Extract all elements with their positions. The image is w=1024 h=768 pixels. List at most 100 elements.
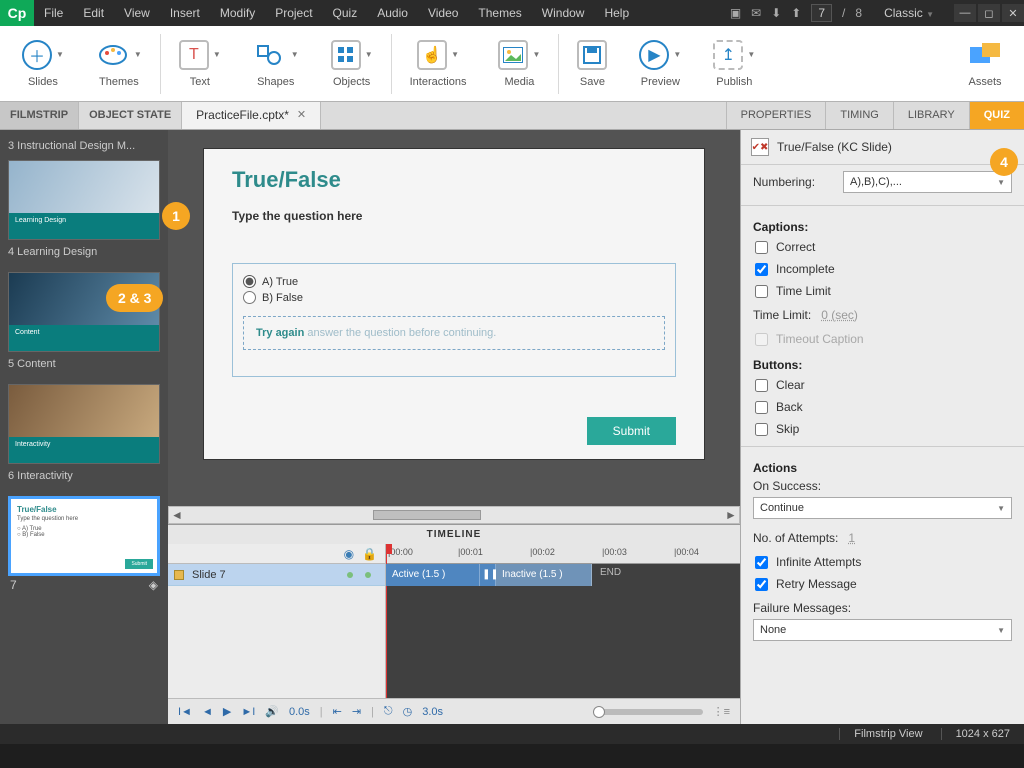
radio-true[interactable]: [243, 275, 256, 288]
timeline-row-slide[interactable]: Slide 7: [168, 564, 385, 586]
tl-menu-icon[interactable]: ⋮≡: [713, 705, 730, 718]
minimize-button[interactable]: —: [954, 4, 976, 22]
page-total: 8: [855, 6, 862, 20]
question-text[interactable]: Type the question here: [232, 209, 676, 223]
ribbon-assets[interactable]: Assets: [954, 36, 1016, 92]
page-current: 7: [811, 4, 832, 22]
menu-quiz[interactable]: Quiz: [323, 0, 368, 26]
layout-icon[interactable]: ▣: [730, 6, 741, 20]
tl-audio-icon[interactable]: 🔊: [265, 705, 279, 718]
menu-help[interactable]: Help: [594, 0, 639, 26]
timeline-footer: I◄ ◄ ▶ ►I 🔊 0.0s | ⇤ ⇥ | ⎋ ◷ 3.0s ⋮≡: [168, 698, 740, 724]
answers-box[interactable]: A) True B) False Try again answer the qu…: [232, 263, 676, 377]
horizontal-scrollbar[interactable]: ◄►: [168, 506, 740, 524]
menu-project[interactable]: Project: [265, 0, 322, 26]
onsuccess-label: On Success:: [741, 477, 1024, 495]
ribbon-objects[interactable]: ▼ Objects: [317, 36, 387, 92]
document-tab[interactable]: PracticeFile.cptx* ✕: [182, 102, 321, 129]
ribbon-text[interactable]: T▼ Text: [165, 36, 235, 92]
segment-active[interactable]: Active (1.5 ): [386, 564, 480, 586]
callout-1: 1: [162, 202, 190, 230]
menu-view[interactable]: View: [114, 0, 160, 26]
buttons-section: Buttons:: [741, 350, 1024, 374]
tryagain-caption[interactable]: Try again answer the question before con…: [243, 316, 665, 350]
callout-4: 4: [990, 148, 1018, 176]
ribbon-slides[interactable]: ＋▼ Slides: [8, 36, 78, 92]
attempts-value[interactable]: 1: [848, 531, 855, 545]
tl-next-icon[interactable]: ►I: [241, 706, 255, 718]
ribbon-shapes[interactable]: ▼ Shapes: [239, 36, 313, 92]
tl-marker-in-icon[interactable]: ⇤: [333, 705, 342, 718]
menu-file[interactable]: File: [34, 0, 73, 26]
tl-snap-icon[interactable]: ⎋: [384, 705, 393, 718]
timeline-track[interactable]: |00:00 |00:01 |00:02 |00:03 |00:04 Activ…: [386, 544, 740, 698]
failure-select[interactable]: None▼: [753, 619, 1012, 641]
radio-false[interactable]: [243, 291, 256, 304]
menu-video[interactable]: Video: [418, 0, 468, 26]
chk-back[interactable]: Back: [741, 396, 1024, 418]
maximize-button[interactable]: ◻: [978, 4, 1000, 22]
answer-true[interactable]: A) True: [243, 275, 665, 288]
eye-icon[interactable]: ◉: [344, 547, 354, 561]
chk-correct[interactable]: Correct: [741, 236, 1024, 258]
slide-thumb-7[interactable]: True/False Type the question here ○ A) T…: [8, 496, 160, 594]
tl-total: 3.0s: [422, 706, 443, 718]
tab-properties[interactable]: PROPERTIES: [726, 102, 826, 129]
lock-icon[interactable]: 🔒: [362, 547, 377, 561]
ribbon-interactions[interactable]: ☝▼ Interactions: [396, 36, 481, 92]
chk-timelimit[interactable]: Time Limit: [741, 280, 1024, 302]
chk-clear[interactable]: Clear: [741, 374, 1024, 396]
chk-infinite[interactable]: Infinite Attempts: [741, 551, 1024, 573]
chk-skip[interactable]: Skip: [741, 418, 1024, 440]
submit-button[interactable]: Submit: [587, 417, 676, 445]
tl-first-icon[interactable]: I◄: [178, 706, 192, 718]
menu-modify[interactable]: Modify: [210, 0, 265, 26]
answer-false[interactable]: B) False: [243, 291, 665, 304]
menu-audio[interactable]: Audio: [367, 0, 418, 26]
close-button[interactable]: ✕: [1002, 4, 1024, 22]
tab-quiz[interactable]: QUIZ: [969, 102, 1024, 129]
ribbon-publish[interactable]: ↥▼ Publish: [699, 36, 769, 92]
tab-timing[interactable]: TIMING: [825, 102, 893, 129]
upload-icon[interactable]: ⬆: [791, 6, 801, 20]
numbering-select[interactable]: A),B),C),...▼: [843, 171, 1012, 193]
timeline-title: TIMELINE: [168, 525, 740, 544]
tab-library[interactable]: LIBRARY: [893, 102, 969, 129]
menu-window[interactable]: Window: [532, 0, 595, 26]
tl-prev-icon[interactable]: ◄: [202, 706, 213, 718]
tl-marker-out-icon[interactable]: ⇥: [352, 705, 361, 718]
close-icon[interactable]: ✕: [297, 102, 306, 129]
zoom-slider[interactable]: [593, 709, 703, 715]
quiz-title[interactable]: True/False: [232, 167, 676, 193]
quiz-type-icon: ✔✖: [751, 138, 769, 156]
ribbon-save[interactable]: Save: [563, 36, 621, 92]
chk-incomplete[interactable]: Incomplete: [741, 258, 1024, 280]
menu-edit[interactable]: Edit: [73, 0, 114, 26]
download-icon[interactable]: ⬇: [771, 6, 781, 20]
ribbon-media[interactable]: ▼ Media: [484, 36, 554, 92]
slide-stage[interactable]: True/False Type the question here A) Tru…: [203, 148, 705, 460]
tab-object-state[interactable]: OBJECT STATE: [79, 102, 182, 129]
timelimit-value[interactable]: 0 (sec): [821, 308, 858, 322]
tab-bar: FILMSTRIP OBJECT STATE PracticeFile.cptx…: [0, 102, 1024, 130]
app-logo: Cp: [0, 0, 34, 26]
slide-number: 7: [10, 578, 17, 592]
ribbon-themes[interactable]: ▼ Themes: [82, 36, 156, 92]
slide-thumb-4[interactable]: Learning Design 4 Learning Design: [8, 160, 160, 266]
onsuccess-select[interactable]: Continue▼: [753, 497, 1012, 519]
workspace-dropdown[interactable]: Classic ▼: [872, 6, 946, 20]
title-bar: Cp File Edit View Insert Modify Project …: [0, 0, 1024, 26]
chk-retry[interactable]: Retry Message: [741, 573, 1024, 595]
tl-play-icon[interactable]: ▶: [223, 705, 231, 718]
tab-filmstrip[interactable]: FILMSTRIP: [0, 102, 79, 129]
slide-thumb-6[interactable]: Interactivity 6 Interactivity: [8, 384, 160, 490]
mail-icon[interactable]: ✉: [751, 6, 761, 20]
ribbon-preview[interactable]: ▶▼ Preview: [625, 36, 695, 92]
menu-insert[interactable]: Insert: [160, 0, 210, 26]
master-icon[interactable]: ◈: [149, 578, 158, 592]
segment-inactive[interactable]: Inactive (1.5 ): [496, 564, 592, 586]
page-sep: /: [842, 6, 845, 20]
menu-themes[interactable]: Themes: [468, 0, 531, 26]
canvas-area: True/False Type the question here A) Tru…: [168, 130, 740, 724]
callout-2-3: 2 & 3: [106, 284, 163, 312]
